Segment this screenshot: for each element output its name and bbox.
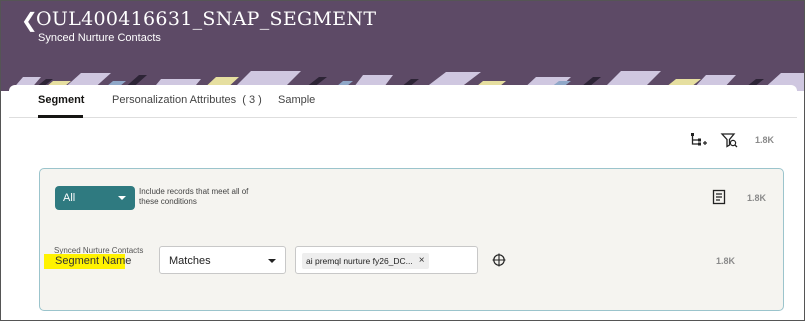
value-chip-label: ai premql nurture fy26_DC... [306, 256, 413, 266]
page-subtitle: Synced Nurture Contacts [38, 32, 161, 44]
tab-bar: Segment Personalization Attributes ( 3 )… [9, 85, 797, 118]
hierarchy-add-icon[interactable] [689, 131, 707, 149]
segment-count: 1.8K [755, 135, 775, 145]
filter-search-icon[interactable] [720, 131, 738, 149]
crosshair-icon[interactable] [492, 253, 506, 267]
group-operator-value: All [63, 192, 76, 204]
group-operator-select[interactable]: All [55, 186, 135, 210]
tab-segment[interactable]: Segment [38, 94, 84, 106]
app-window: ❮ OUL400416631_SNAP_SEGMENT Synced Nurtu… [0, 0, 805, 321]
tab-personalization-attributes[interactable]: Personalization Attributes ( 3 ) [112, 94, 262, 106]
tab-personalization-count: ( 3 ) [242, 94, 262, 106]
tab-personalization-label: Personalization Attributes [112, 94, 237, 106]
tab-sample[interactable]: Sample [278, 94, 315, 106]
condition-count: 1.8K [716, 256, 736, 266]
group-description: Include records that meet all of these c… [139, 187, 249, 206]
value-chip: ai premql nurture fy26_DC... × [302, 253, 429, 269]
document-icon[interactable] [711, 189, 727, 205]
close-icon[interactable]: × [419, 253, 425, 269]
condition-value-input[interactable]: ai premql nurture fy26_DC... × [295, 246, 478, 274]
page-header: ❮ OUL400416631_SNAP_SEGMENT Synced Nurtu… [1, 1, 804, 91]
active-tab-indicator [38, 115, 83, 118]
group-count: 1.8K [747, 193, 767, 203]
page-title: OUL400416631_SNAP_SEGMENT [36, 8, 377, 30]
chevron-down-icon [268, 259, 276, 263]
chevron-down-icon [118, 196, 126, 200]
condition-field-label[interactable]: Segment Name [44, 254, 131, 269]
condition-operator-select[interactable]: Matches [159, 246, 286, 274]
condition-operator-value: Matches [169, 255, 211, 267]
